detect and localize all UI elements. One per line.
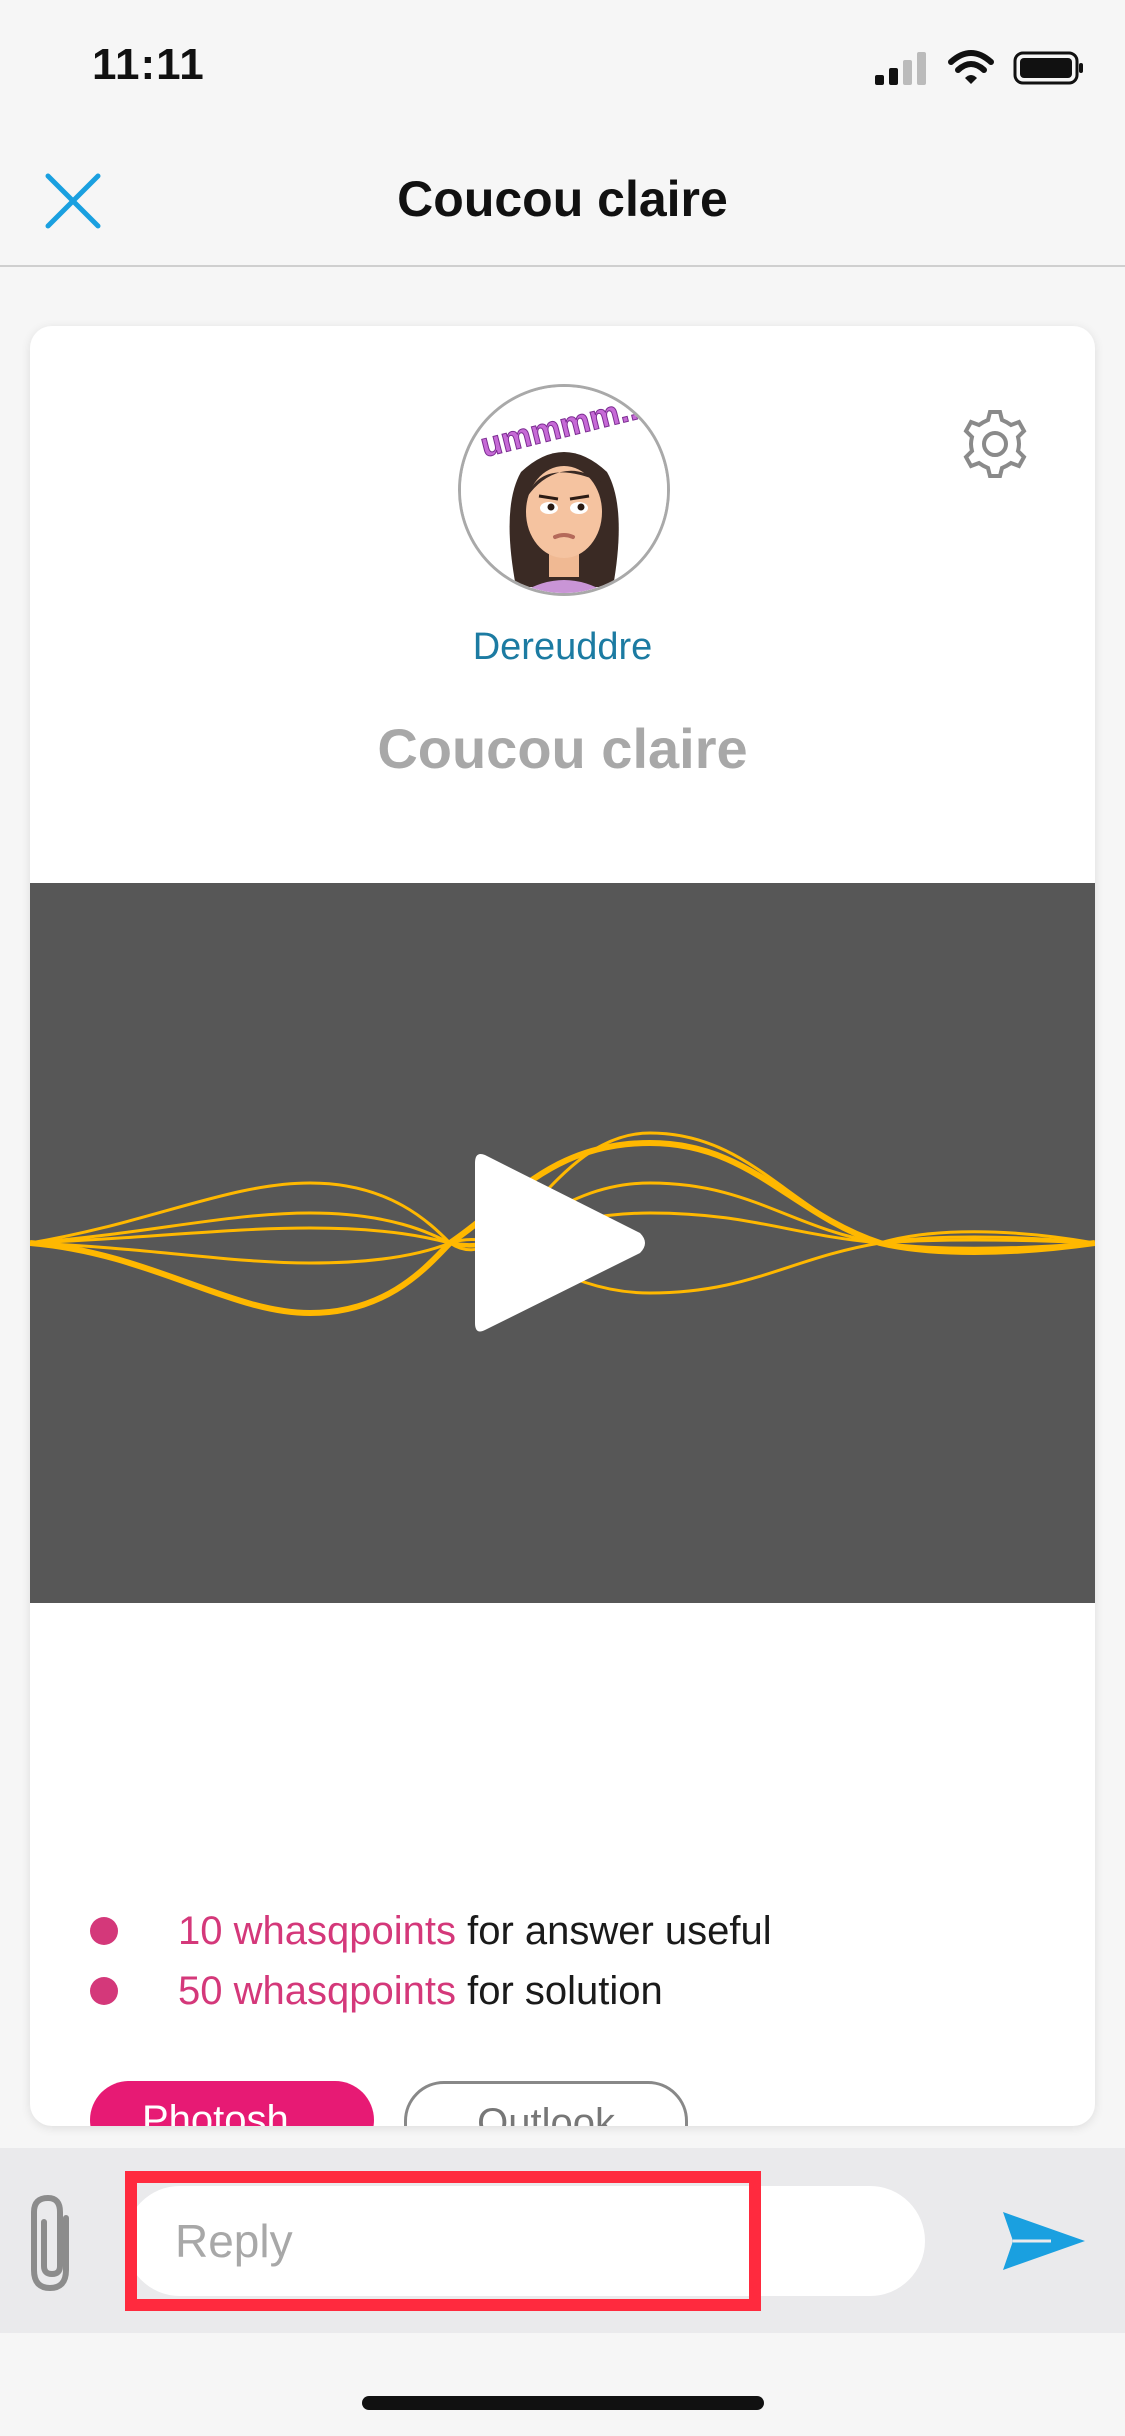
author-name[interactable]: Dereuddre	[30, 626, 1095, 669]
status-bar: 11:11	[0, 0, 1125, 130]
status-icons	[873, 50, 1085, 86]
signal-icon	[875, 52, 926, 85]
home-indicator	[362, 2396, 764, 2410]
sound-wave-graphic	[30, 1131, 1095, 1332]
bullet	[90, 1977, 118, 2005]
tag-list: Photosh... Outlook	[90, 2081, 688, 2126]
battery-icon	[1013, 51, 1083, 85]
question-title: Coucou claire	[377, 717, 748, 780]
reward-item: 50 whasqpoints for solution	[90, 1961, 772, 2021]
wifi-icon	[948, 50, 994, 84]
send-icon[interactable]	[1001, 2206, 1087, 2276]
navigation-bar: Coucou claire	[0, 130, 1125, 267]
gear-icon[interactable]	[957, 406, 1033, 482]
reward-description: for solution	[455, 1968, 663, 2013]
home-indicator-area	[0, 2333, 1125, 2436]
paperclip-icon[interactable]	[24, 2188, 84, 2298]
clock: 11:11	[92, 40, 205, 89]
page-title: Coucou claire	[397, 171, 728, 227]
tag-outlook[interactable]: Outlook	[404, 2081, 688, 2126]
reward-points: 10 whasqpoints	[178, 1908, 456, 1953]
bullet	[90, 1917, 118, 1945]
reply-input[interactable]	[125, 2186, 925, 2296]
reply-composer	[0, 2148, 1125, 2333]
audio-player[interactable]	[30, 883, 1095, 1603]
reward-list: 10 whasqpoints for answer useful 50 whas…	[90, 1901, 772, 2021]
reward-points: 50 whasqpoints	[178, 1968, 456, 2013]
reward-item: 10 whasqpoints for answer useful	[90, 1901, 772, 1961]
tag-photoshop[interactable]: Photosh...	[90, 2081, 375, 2126]
reward-description: for answer useful	[455, 1908, 772, 1953]
question-card: ummmm... Dereuddre Coucou claire 10 whas…	[30, 326, 1095, 2126]
avatar[interactable]: ummmm...	[458, 384, 670, 596]
play-icon	[475, 1154, 645, 1332]
